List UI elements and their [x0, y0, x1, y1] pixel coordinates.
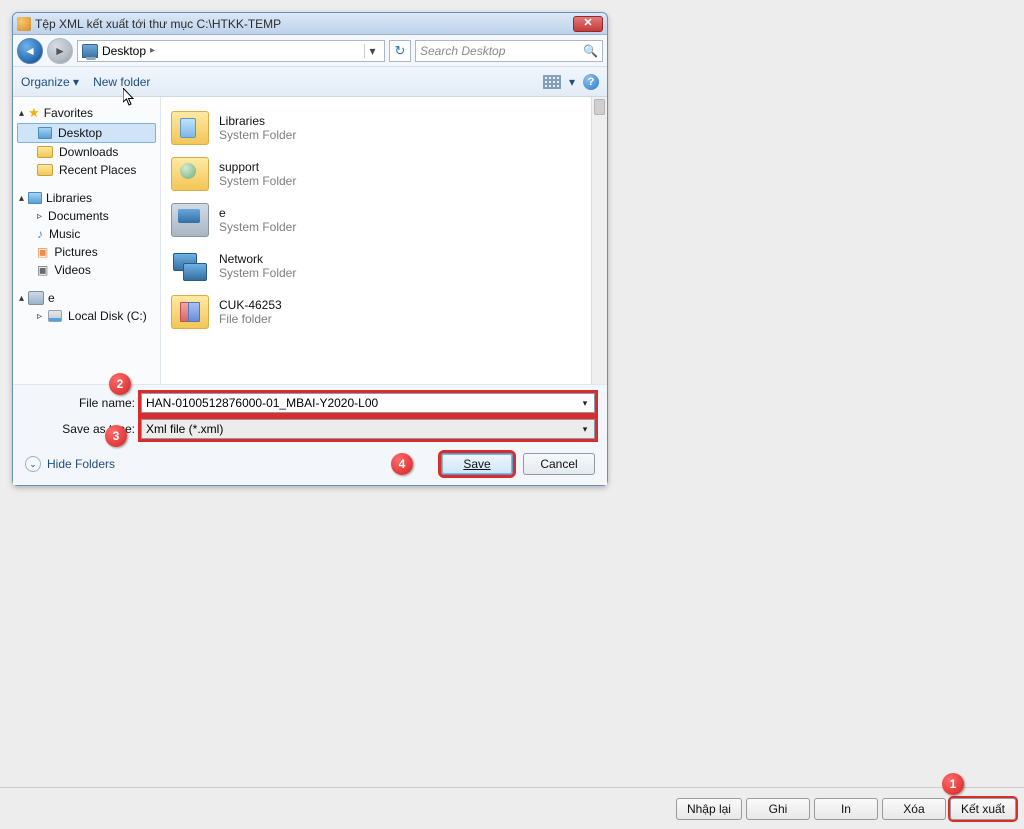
refresh-button[interactable]: ↻ — [389, 40, 411, 62]
app-footer: Nhập lại Ghi In Xóa Kết xuất — [0, 787, 1024, 829]
file-item[interactable]: CUK-46253 File folder — [171, 289, 597, 335]
libraries-icon — [28, 192, 42, 204]
navigation-pane: ▴ ★ Favorites Desktop Downloads Recent P… — [13, 97, 161, 384]
savetype-select[interactable]: Xml file (*.xml) ▾ — [141, 419, 595, 439]
sidebar-item-recent[interactable]: Recent Places — [17, 161, 156, 179]
computer-icon — [28, 291, 44, 305]
file-item[interactable]: support System Folder — [171, 151, 597, 197]
videos-icon: ▣ — [37, 263, 48, 277]
view-icon[interactable] — [543, 75, 561, 89]
folder-icon — [171, 295, 209, 329]
scrollbar[interactable] — [591, 97, 607, 384]
filename-label: File name: — [25, 396, 135, 410]
save-button[interactable]: Save — [441, 453, 513, 475]
file-item[interactable]: Network System Folder — [171, 243, 597, 289]
footer-btn-ketxuat[interactable]: Kết xuất — [950, 798, 1016, 820]
toolbar: Organize ▾ New folder ▾ ? — [13, 67, 607, 97]
folder-icon — [171, 249, 209, 283]
file-sub: System Folder — [219, 174, 296, 188]
file-item[interactable]: e System Folder — [171, 197, 597, 243]
new-folder-button[interactable]: New folder — [93, 75, 150, 89]
back-button[interactable]: ◄ — [17, 38, 43, 64]
disclosure-triangle-icon: ▴ — [19, 293, 24, 304]
disclosure-triangle-icon: ▴ — [19, 108, 24, 119]
folder-icon — [171, 157, 209, 191]
footer-btn-in[interactable]: In — [814, 798, 878, 820]
help-icon[interactable]: ? — [583, 74, 599, 90]
star-icon: ★ — [28, 105, 40, 121]
file-name: CUK-46253 — [219, 298, 282, 312]
pictures-icon: ▣ — [37, 245, 48, 259]
type-value: Xml file (*.xml) — [146, 422, 223, 436]
address-dropdown[interactable]: ▾ — [364, 44, 380, 58]
window-title: Tệp XML kết xuất tới thư mục C:\HTKK-TEM… — [35, 17, 281, 31]
chevron-right-icon: ▸ — [150, 45, 155, 56]
file-item[interactable]: Libraries System Folder — [171, 105, 597, 151]
footer-btn-xoa[interactable]: Xóa — [882, 798, 946, 820]
file-sub: System Folder — [219, 128, 296, 142]
file-sub: File folder — [219, 312, 282, 326]
sidebar-item-downloads[interactable]: Downloads — [17, 143, 156, 161]
disclosure-triangle-icon: ▴ — [19, 193, 24, 204]
footer-btn-ghi[interactable]: Ghi — [746, 798, 810, 820]
titlebar[interactable]: Tệp XML kết xuất tới thư mục C:\HTKK-TEM… — [13, 13, 607, 35]
sidebar-item-pictures[interactable]: ▣ Pictures — [17, 243, 156, 261]
file-sub: System Folder — [219, 266, 296, 280]
search-icon: 🔍 — [583, 44, 598, 58]
address-segment: Desktop — [102, 44, 146, 58]
group-computer[interactable]: ▴ e — [17, 289, 156, 307]
chevron-right-icon: ▹ — [37, 211, 42, 222]
annotation-badge-2: 2 — [109, 373, 131, 395]
organize-menu[interactable]: Organize ▾ — [21, 75, 79, 89]
filename-input[interactable]: HAN-0100512876000-01_MBAI-Y2020-L00 ▾ — [141, 393, 595, 413]
file-name: Network — [219, 252, 296, 266]
file-name: support — [219, 160, 296, 174]
folder-icon — [37, 146, 53, 158]
group-favorites[interactable]: ▴ ★ Favorites — [17, 103, 156, 123]
disk-icon — [48, 310, 62, 322]
chevron-down-icon[interactable]: ▾ — [578, 396, 592, 410]
folder-icon — [37, 164, 53, 176]
search-input[interactable]: Search Desktop 🔍 — [415, 40, 603, 62]
group-libraries[interactable]: ▴ Libraries — [17, 189, 156, 207]
footer-btn-nhaplai[interactable]: Nhập lại — [676, 798, 742, 820]
chevron-right-icon: ▹ — [37, 311, 42, 322]
file-list[interactable]: Libraries System Folder support System F… — [161, 97, 607, 384]
view-dropdown[interactable]: ▾ — [569, 75, 575, 89]
chevron-down-icon[interactable]: ▾ — [578, 422, 592, 436]
file-name: e — [219, 206, 296, 220]
sidebar-item-desktop[interactable]: Desktop — [17, 123, 156, 143]
forward-button[interactable]: ► — [47, 38, 73, 64]
hide-folders-toggle[interactable]: ⌄ Hide Folders — [25, 456, 115, 472]
chevron-down-icon: ⌄ — [25, 456, 41, 472]
file-name: Libraries — [219, 114, 296, 128]
file-sub: System Folder — [219, 220, 296, 234]
sidebar-item-videos[interactable]: ▣ Videos — [17, 261, 156, 279]
sidebar-item-documents[interactable]: ▹ Documents — [17, 207, 156, 225]
sidebar-item-localdisk[interactable]: ▹ Local Disk (C:) — [17, 307, 156, 325]
close-button[interactable]: ✕ — [573, 16, 603, 32]
save-dialog: Tệp XML kết xuất tới thư mục C:\HTKK-TEM… — [12, 12, 608, 486]
dialog-bottom: File name: HAN-0100512876000-01_MBAI-Y20… — [13, 384, 607, 485]
cancel-button[interactable]: Cancel — [523, 453, 595, 475]
search-placeholder: Search Desktop — [420, 44, 505, 58]
music-icon: ♪ — [37, 227, 43, 241]
desktop-icon — [38, 127, 52, 139]
address-bar[interactable]: Desktop ▸ ▾ — [77, 40, 385, 62]
sidebar-item-music[interactable]: ♪ Music — [17, 225, 156, 243]
app-icon — [17, 17, 31, 31]
annotation-badge-1: 1 — [942, 773, 964, 795]
annotation-badge-3: 3 — [105, 425, 127, 447]
folder-icon — [171, 203, 209, 237]
folder-icon — [171, 111, 209, 145]
nav-row: ◄ ► Desktop ▸ ▾ ↻ Search Desktop 🔍 — [13, 35, 607, 67]
annotation-badge-4: 4 — [391, 453, 413, 475]
filename-value: HAN-0100512876000-01_MBAI-Y2020-L00 — [146, 396, 378, 410]
desktop-icon — [82, 44, 98, 58]
